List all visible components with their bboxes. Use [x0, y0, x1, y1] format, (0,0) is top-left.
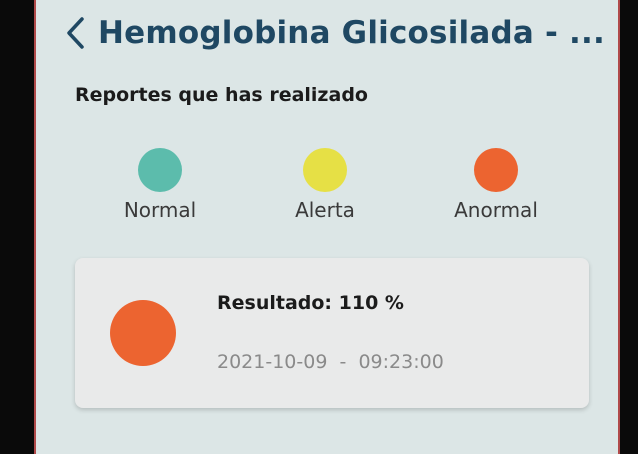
legend-item-alerta: Alerta	[255, 148, 395, 222]
result-value: 110 %	[338, 292, 404, 314]
alert-status-dot	[303, 148, 347, 192]
legend-label-alerta: Alerta	[295, 198, 355, 222]
normal-status-dot	[138, 148, 182, 192]
legend-label-anormal: Anormal	[454, 198, 538, 222]
legend-item-anormal: Anormal	[426, 148, 566, 222]
report-time: 09:23:00	[358, 351, 444, 373]
back-arrow-icon[interactable]	[64, 15, 86, 51]
status-legend: Normal Alerta Anormal	[36, 148, 622, 228]
page-title: Hemoglobina Glicosilada - ...	[98, 15, 605, 51]
report-status-dot	[110, 300, 176, 366]
result-label: Resultado:	[217, 292, 333, 314]
header: Hemoglobina Glicosilada - ...	[64, 10, 605, 56]
legend-label-normal: Normal	[123, 198, 197, 222]
abnormal-status-dot	[474, 148, 518, 192]
report-date: 2021-10-09	[217, 351, 328, 373]
legend-item-normal: Normal	[90, 148, 230, 222]
report-result: Resultado: 110 %	[217, 292, 404, 314]
report-datetime: 2021-10-09 - 09:23:00	[217, 351, 444, 373]
report-card[interactable]: Resultado: 110 % 2021-10-09 - 09:23:00	[75, 258, 589, 408]
datetime-separator: -	[339, 351, 347, 373]
section-subtitle: Reportes que has realizado	[75, 84, 368, 106]
app-screen: Hemoglobina Glicosilada - ... Reportes q…	[34, 0, 620, 454]
